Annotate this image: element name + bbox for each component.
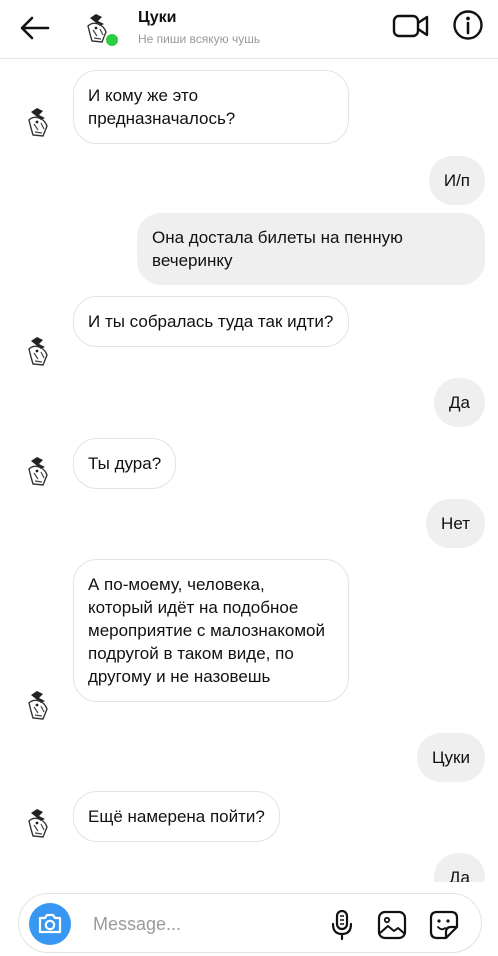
- sender-avatar: [28, 809, 48, 838]
- incoming-message[interactable]: И кому же это предназначалось?: [73, 70, 349, 144]
- gallery-icon[interactable]: [377, 910, 407, 940]
- outgoing-message[interactable]: Да: [434, 378, 485, 427]
- sender-avatar: [28, 108, 48, 137]
- sender-avatar: [28, 457, 48, 486]
- sender-avatar: [28, 691, 48, 720]
- outgoing-message[interactable]: Цуки: [416, 733, 485, 782]
- video-call-icon[interactable]: [392, 12, 430, 40]
- incoming-message[interactable]: Ты дура?: [73, 438, 177, 489]
- back-arrow-icon[interactable]: [18, 14, 50, 42]
- microphone-icon[interactable]: [329, 909, 355, 941]
- info-icon[interactable]: [452, 9, 484, 41]
- camera-button[interactable]: [29, 903, 71, 945]
- sticker-icon[interactable]: [429, 910, 459, 940]
- outgoing-message[interactable]: И/п: [428, 156, 485, 205]
- incoming-message[interactable]: А по-моему, человека, который идёт на по…: [73, 559, 349, 702]
- message-thread[interactable]: И кому же это предназначалось? И/п Она д…: [0, 59, 498, 882]
- outgoing-message[interactable]: Она достала билеты на пенную вечеринку: [137, 213, 485, 285]
- chat-header: Цуки Не пиши всякую чушь: [0, 0, 498, 59]
- camera-icon: [38, 913, 62, 934]
- contact-status: Не пиши всякую чушь: [138, 32, 261, 46]
- outgoing-message[interactable]: Нет: [426, 499, 485, 548]
- incoming-message[interactable]: И ты собралась туда так идти?: [73, 296, 349, 347]
- contact-name[interactable]: Цуки: [138, 9, 176, 27]
- outgoing-message[interactable]: Да: [434, 853, 485, 882]
- incoming-message[interactable]: Ещё намерена пойти?: [73, 791, 280, 842]
- message-composer: [18, 893, 482, 953]
- online-indicator: [104, 32, 120, 48]
- sender-avatar: [28, 337, 48, 366]
- message-input[interactable]: [91, 908, 315, 940]
